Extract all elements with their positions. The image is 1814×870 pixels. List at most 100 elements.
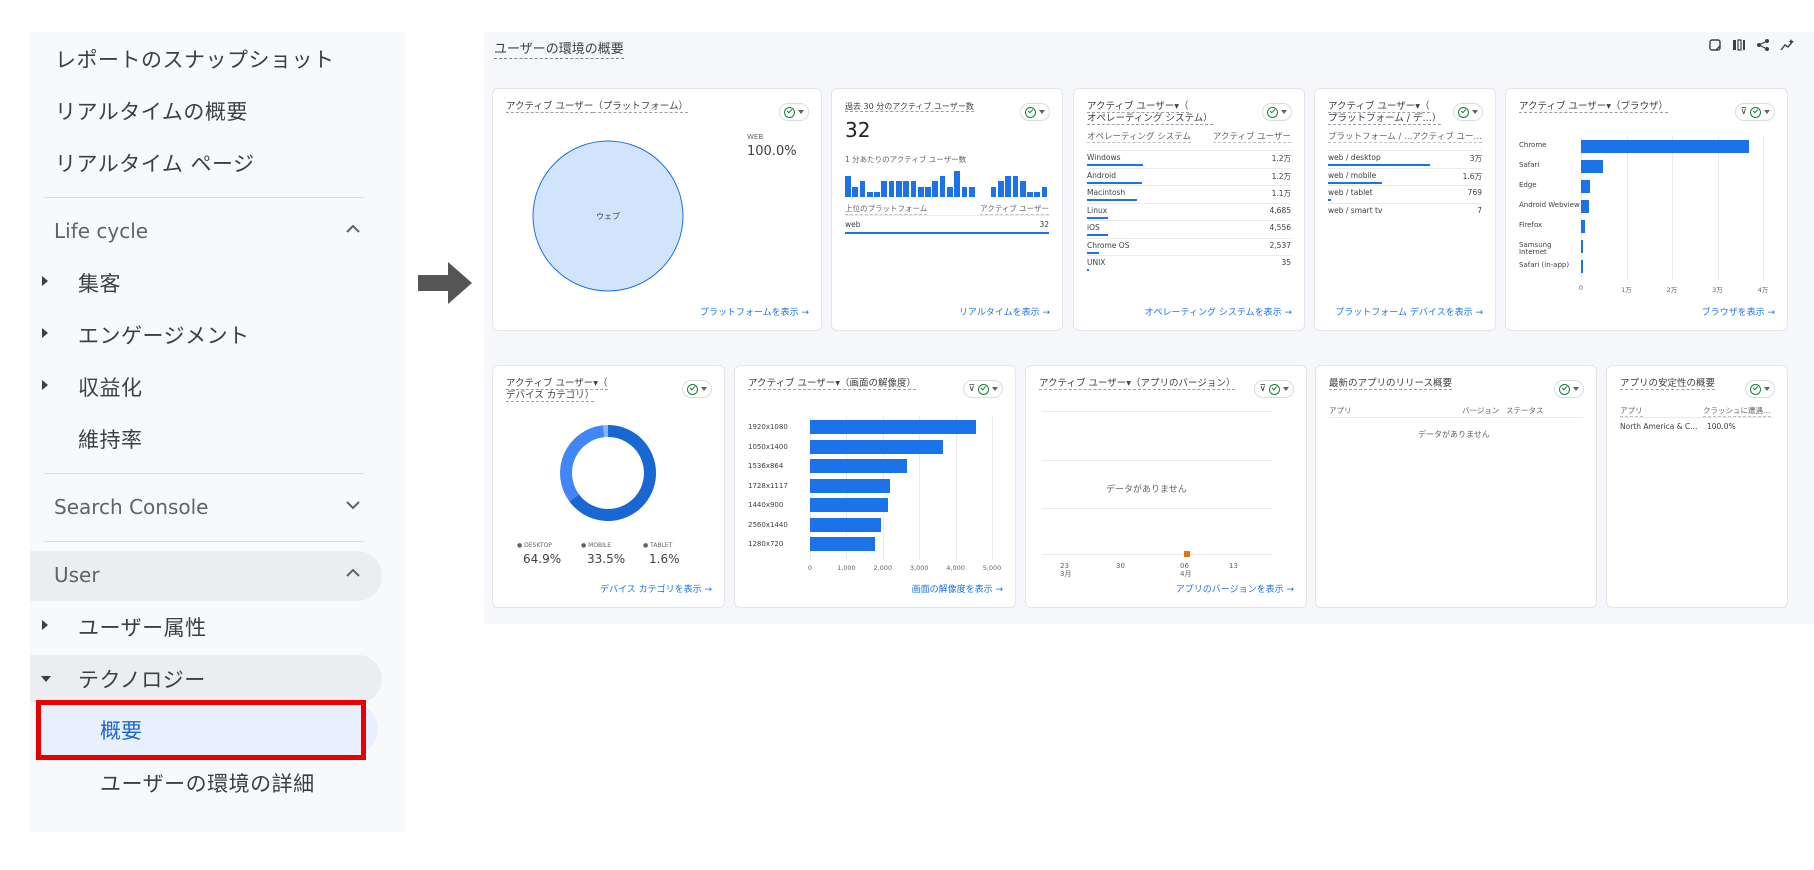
comparison-chip[interactable]	[1554, 380, 1584, 398]
check-circle-icon	[1267, 106, 1278, 118]
category-label: 1920x1080	[748, 423, 788, 431]
gridline	[1042, 508, 1272, 509]
row-bar	[1087, 164, 1143, 166]
card-title: アプリの安定性の概要	[1620, 378, 1716, 390]
realtime-bar	[961, 186, 968, 197]
check-circle-icon	[784, 106, 795, 118]
divider	[1329, 417, 1583, 418]
device-donut-chart	[560, 425, 656, 521]
data-marker	[1184, 551, 1190, 557]
row-value: 1.6万	[1462, 171, 1482, 181]
section-lifecycle[interactable]: Life cycle	[30, 207, 382, 257]
bar	[1581, 160, 1603, 173]
empty-state: データがありません	[1418, 430, 1490, 439]
comparison-chip[interactable]	[1745, 380, 1775, 398]
x-tick: 30	[1116, 562, 1125, 570]
divider	[1087, 202, 1291, 204]
section-user[interactable]: User	[30, 551, 382, 601]
col-header: アクティブ ユーザー	[980, 204, 1049, 215]
divider	[1087, 220, 1291, 221]
comparison-chip[interactable]: ⊽	[963, 380, 1003, 398]
nav-item-monetization[interactable]: 収益化	[30, 363, 382, 411]
view-realtime-link[interactable]: リアルタイムを表示 →	[959, 305, 1050, 318]
bar	[1581, 220, 1585, 233]
view-device-category-link[interactable]: デバイス カテゴリを表示 →	[600, 582, 712, 595]
gridline	[992, 416, 993, 560]
card-platform: アクティブ ユーザー（プラットフォーム） ウェブ WEB 100.0% プラット…	[492, 88, 822, 331]
view-browser-link[interactable]: ブラウザを表示 →	[1702, 305, 1775, 318]
view-app-version-link[interactable]: アプリのバージョンを表示 →	[1176, 582, 1294, 595]
check-circle-icon	[1269, 383, 1280, 395]
x-tick-label: 4万	[1757, 286, 1769, 294]
row-value: 35	[1281, 258, 1291, 267]
card-app-release: 最新のアプリのリリース概要 アプリ バージョン ステータス データがありません	[1315, 365, 1597, 608]
view-resolution-link[interactable]: 画面の解像度を表示 →	[912, 582, 1003, 595]
donut-slice-mobile[interactable]	[560, 425, 605, 502]
card-title: アクティブ ユーザー（プラットフォーム）	[506, 101, 689, 113]
card-resolution: アクティブ ユーザー▾（画面の解像度） ⊽ 画面の解像度を表示 → 0 1,000…	[734, 365, 1016, 608]
bar	[1581, 140, 1750, 153]
nav-link-report-snapshot[interactable]: レポートのスナップショット	[55, 44, 335, 74]
row-label: North America & C…	[1620, 422, 1698, 431]
col-header: アクティブ ユー…	[1412, 132, 1482, 143]
view-platform-device-link[interactable]: プラットフォーム デバイスを表示 →	[1335, 305, 1483, 318]
nav-item-technology[interactable]: テクノロジー	[30, 655, 382, 703]
comparison-chip[interactable]	[1262, 103, 1292, 121]
row-bar	[1087, 216, 1109, 219]
insights-icon[interactable]	[1780, 38, 1794, 52]
gridline	[1626, 136, 1628, 280]
legend-value: 64.9%	[523, 552, 562, 566]
comparison-chip[interactable]: ⊽	[1735, 103, 1775, 121]
comparison-chip[interactable]	[1020, 103, 1050, 121]
columns-icon[interactable]	[1732, 38, 1746, 52]
empty-state: データがありません	[1106, 485, 1187, 495]
row-value: 769	[1467, 188, 1482, 197]
divider	[1328, 167, 1482, 169]
realtime-bar	[1012, 176, 1019, 197]
comparison-chip[interactable]: ⊽	[1254, 380, 1294, 398]
dashboard: ユーザーの環境の概要 アクティブ ユーザー（プラットフォーム） ウェブ WEB …	[484, 32, 1814, 624]
dropdown-icon	[1764, 387, 1770, 391]
card-title: アクティブ ユーザー▾（ デバイス カテゴリ）	[506, 378, 608, 402]
col-header: クラッシュに遭遇…	[1703, 406, 1771, 417]
nav-item-label: エンゲージメント	[78, 324, 250, 348]
compare-icon[interactable]	[1708, 38, 1722, 52]
realtime-bar	[910, 181, 917, 197]
view-os-link[interactable]: オペレーティング システムを表示 →	[1145, 305, 1292, 318]
nav-item-retention[interactable]: 維持率	[30, 415, 382, 463]
nav-link-realtime-pages[interactable]: リアルタイム ページ	[55, 148, 255, 178]
chevron-up-icon	[346, 224, 360, 233]
dropdown-icon	[1283, 387, 1289, 391]
comparison-chip[interactable]	[779, 103, 809, 121]
section-search-console[interactable]: Search Console	[30, 483, 382, 533]
comparison-chip[interactable]	[1453, 103, 1483, 121]
comparison-chip[interactable]	[682, 380, 712, 398]
divider	[1087, 255, 1291, 256]
share-icon[interactable]	[1756, 38, 1770, 52]
gridline	[955, 416, 957, 560]
bar	[1581, 200, 1590, 213]
pie-label: ウェブ	[596, 211, 620, 221]
row-bar	[1328, 181, 1383, 184]
x-tick-label: 5,000	[982, 564, 1002, 572]
check-circle-icon	[1750, 383, 1761, 395]
realtime-bar	[874, 191, 880, 197]
nav-link-realtime-overview[interactable]: リアルタイムの概要	[55, 96, 248, 126]
row-value: 32	[1039, 220, 1049, 229]
card-title: 最新のアプリのリリース概要	[1329, 378, 1453, 390]
nav-item-demographics[interactable]: ユーザー属性	[30, 603, 382, 651]
nav-item-acquisition[interactable]: 集客	[30, 259, 382, 307]
col-header: アプリ	[1620, 406, 1643, 417]
nav-item-engagement[interactable]: エンゲージメント	[30, 311, 382, 359]
category-label: Chrome	[1519, 141, 1547, 149]
realtime-bar	[881, 181, 888, 197]
x-tick-label: 3,000	[909, 564, 929, 572]
row-bar	[1087, 269, 1089, 271]
category-label: Safari	[1519, 161, 1540, 169]
x-tick: 13	[1229, 562, 1238, 570]
card-realtime: 過去 30 分のアクティブ ユーザー数 32 1 分あたりのアクティブ ユーザー…	[831, 88, 1063, 331]
row-label: Android	[1087, 170, 1116, 180]
nav-subitem-tech-details[interactable]: ユーザーの環境の詳細	[100, 768, 315, 798]
view-platform-link[interactable]: プラットフォームを表示 →	[700, 305, 809, 318]
divider	[1087, 167, 1291, 169]
